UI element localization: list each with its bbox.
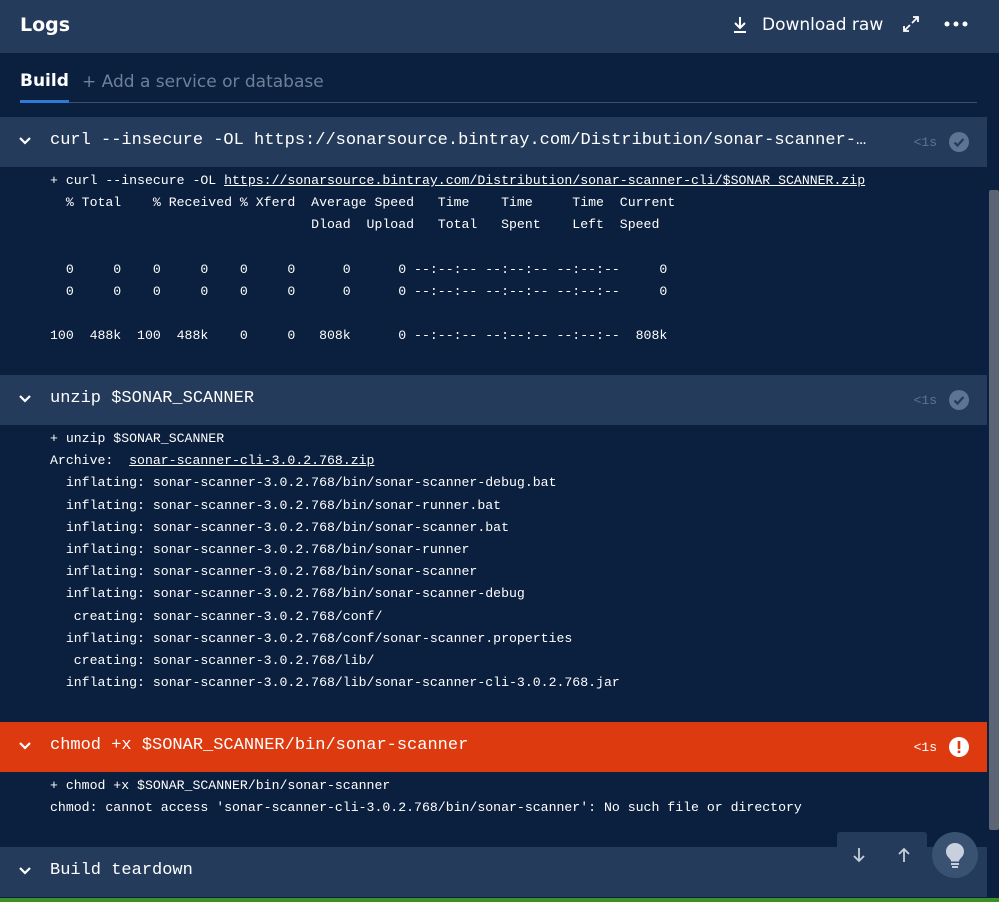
check-circle-icon: [949, 132, 969, 152]
log-line: 100 488k 100 488k 0 0 808k 0 --:--:-- --…: [50, 328, 667, 343]
check-circle-icon: [949, 390, 969, 410]
log-tabs: Build + Add a service or database: [20, 62, 977, 103]
scroll-down-button[interactable]: [847, 844, 871, 866]
step-log-chmod: + chmod +x $SONAR_SCANNER/bin/sonar-sca…: [50, 775, 802, 819]
log-line: 0 0 0 0 0 0 0 0 --:--:-- --:--:-- --:--:…: [50, 284, 667, 299]
tab-build[interactable]: Build: [20, 71, 69, 103]
step-header-chmod[interactable]: chmod +x $SONAR_SCANNER/bin/sonar-scanne…: [0, 722, 987, 772]
step-command: Build teardown: [50, 861, 870, 880]
step-log-unzip: + unzip $SONAR_SCANNER Archive: sonar-s…: [50, 428, 620, 694]
log-line: inflating: sonar-scanner-3.0.2.768/bin/s…: [50, 475, 556, 490]
step-duration: <1s: [914, 740, 937, 755]
log-line: inflating: sonar-scanner-3.0.2.768/bin/s…: [50, 542, 469, 557]
log-line: creating: sonar-scanner-3.0.2.768/conf/: [50, 609, 382, 624]
step-duration: <1s: [914, 393, 937, 408]
chevron-down-icon: [18, 864, 32, 878]
log-line: % Total % Received % Xferd Average Speed…: [50, 195, 675, 210]
step-header-unzip[interactable]: unzip $SONAR_SCANNER <1s: [0, 375, 987, 425]
log-line: inflating: sonar-scanner-3.0.2.768/bin/s…: [50, 564, 477, 579]
scroll-up-button[interactable]: [892, 844, 916, 866]
step-duration: <1s: [914, 135, 937, 150]
log-line: chmod: cannot access 'sonar-scanner-cli-…: [50, 800, 802, 815]
log-line: inflating: sonar-scanner-3.0.2.768/bin/s…: [50, 586, 525, 601]
step-command: unzip $SONAR_SCANNER: [50, 389, 870, 408]
step-command: curl --insecure -OL https://sonarsource.…: [50, 131, 870, 150]
tips-button[interactable]: [932, 832, 978, 878]
log-line: Dload Upload Total Spent Left Speed: [50, 217, 659, 232]
archive-link[interactable]: sonar-scanner-cli-3.0.2.768.zip: [129, 453, 374, 468]
step-log-curl: + curl --insecure -OL https://sonarsour…: [50, 170, 865, 348]
log-line: 0 0 0 0 0 0 0 0 --:--:-- --:--:-- --:--:…: [50, 262, 667, 277]
scrollbar[interactable]: [989, 190, 999, 830]
expand-icon: [902, 15, 920, 33]
download-raw-button[interactable]: Download raw: [732, 12, 883, 38]
page-title: Logs: [20, 14, 70, 36]
scroll-controls: [837, 832, 927, 878]
step-header-curl[interactable]: curl --insecure -OL https://sonarsource.…: [0, 117, 987, 167]
lightbulb-icon: [945, 842, 965, 868]
log-line: + curl --insecure -OL: [50, 173, 224, 188]
log-line: inflating: sonar-scanner-3.0.2.768/bin/s…: [50, 520, 509, 535]
arrow-down-icon: [852, 847, 866, 863]
log-line: creating: sonar-scanner-3.0.2.768/lib/: [50, 653, 374, 668]
more-options-button[interactable]: [942, 13, 970, 35]
log-line: + unzip $SONAR_SCANNER: [50, 431, 224, 446]
chevron-down-icon: [18, 134, 32, 148]
log-line: Archive:: [50, 453, 129, 468]
download-icon: [732, 16, 748, 34]
expand-button[interactable]: [900, 13, 922, 35]
error-icon: [949, 737, 969, 757]
log-line: inflating: sonar-scanner-3.0.2.768/bin/s…: [50, 498, 501, 513]
more-icon: [944, 21, 968, 27]
bottom-edge: [0, 898, 999, 902]
log-line: inflating: sonar-scanner-3.0.2.768/conf/…: [50, 631, 572, 646]
arrow-up-icon: [897, 847, 911, 863]
log-line: inflating: sonar-scanner-3.0.2.768/lib/s…: [50, 675, 620, 690]
add-service-link[interactable]: + Add a service or database: [82, 72, 324, 92]
logs-header: Logs Download raw: [0, 0, 999, 53]
chevron-down-icon: [18, 739, 32, 753]
chevron-down-icon: [18, 392, 32, 406]
download-raw-label: Download raw: [762, 15, 883, 35]
log-url-link[interactable]: https://sonarsource.bintray.com/Distribu…: [224, 173, 865, 188]
log-line: + chmod +x $SONAR_SCANNER/bin/sonar-sca…: [50, 778, 390, 793]
step-command: chmod +x $SONAR_SCANNER/bin/sonar-scanne…: [50, 736, 870, 755]
